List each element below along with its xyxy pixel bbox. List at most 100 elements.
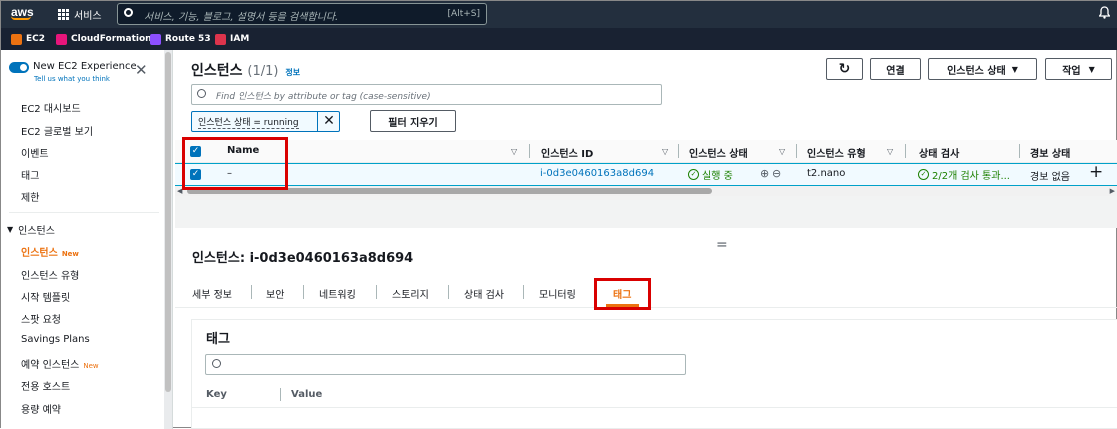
- sidebar-item-dedicated-hosts[interactable]: 전용 호스트: [21, 378, 70, 393]
- column-header-instance-type[interactable]: 인스턴스 유형: [807, 145, 866, 160]
- split-panel-gap: [175, 196, 1117, 228]
- connect-button[interactable]: 연결: [870, 58, 921, 80]
- add-alarm-icon[interactable]: +: [1089, 162, 1103, 182]
- sidebar-item-instances[interactable]: 인스턴스 New: [21, 244, 79, 259]
- new-experience-toggle[interactable]: [9, 62, 29, 73]
- table-header-row: [175, 140, 1117, 163]
- sidebar-item-instance-types[interactable]: 인스턴스 유형: [21, 267, 79, 282]
- search-shortcut: [Alt+S]: [447, 9, 480, 19]
- column-divider: [1019, 144, 1020, 158]
- instance-state-button[interactable]: 인스턴스 상태 ▼: [928, 58, 1037, 80]
- tab-status-checks[interactable]: 상태 검사: [464, 286, 504, 301]
- tab-monitoring[interactable]: 모니터링: [539, 286, 576, 301]
- sidebar-item-spot-requests[interactable]: 스팟 요청: [21, 311, 61, 326]
- column-header-instance-id[interactable]: 인스턴스 ID: [541, 145, 593, 160]
- tab-storage[interactable]: 스토리지: [392, 286, 429, 301]
- resize-handle[interactable]: =: [716, 237, 728, 253]
- search-icon: [197, 89, 206, 98]
- top-navigation: aws 서비스 서비스, 기능, 블로그, 설명서 등을 검색합니다. [Alt…: [1, 1, 1117, 28]
- sidebar-item-launch-templates[interactable]: 시작 템플릿: [21, 289, 70, 304]
- close-icon[interactable]: ✕: [135, 63, 148, 78]
- detail-title: 인스턴스: i-0d3e0460163a8d694: [192, 251, 414, 266]
- check-circle-icon: ✓: [918, 169, 929, 180]
- check-circle-icon: ✓: [688, 169, 699, 180]
- column-divider: [678, 144, 679, 158]
- grid-icon: [58, 9, 69, 20]
- cloudformation-icon: [56, 33, 67, 45]
- sidebar-scrollbar[interactable]: [164, 50, 172, 429]
- refresh-icon: ↻: [838, 61, 851, 77]
- tab-divider: [376, 285, 377, 299]
- cell-instance-type: t2.nano: [807, 168, 846, 179]
- sort-icon[interactable]: ▽: [779, 147, 785, 156]
- tags-section-title: 태그: [206, 332, 230, 347]
- page-title: 인스턴스 (1/1) 정보: [191, 63, 301, 79]
- clear-filters-button[interactable]: 필터 지우기: [370, 110, 456, 132]
- horizontal-scrollbar[interactable]: ◀ ▶: [175, 186, 1117, 196]
- sidebar: New EC2 Experience Tell us what you thin…: [1, 50, 173, 429]
- iam-icon: [215, 33, 226, 45]
- column-divider: [529, 144, 530, 158]
- tags-col-value[interactable]: Value: [291, 389, 322, 400]
- cell-alarm-status: 경보 없음: [1030, 172, 1070, 183]
- sidebar-item-events[interactable]: 이벤트: [21, 145, 49, 160]
- filter-token[interactable]: 인스턴스 상태 = running ✕: [191, 111, 340, 132]
- info-link[interactable]: 정보: [285, 68, 300, 77]
- favorite-cloudformation[interactable]: CloudFormation: [56, 33, 152, 45]
- tab-divider: [523, 285, 524, 299]
- sidebar-item-tags[interactable]: 태그: [21, 167, 39, 182]
- cell-instance-id[interactable]: i-0d3e0460163a8d694: [540, 168, 654, 179]
- services-menu[interactable]: 서비스: [58, 7, 102, 22]
- sidebar-item-reserved-instances[interactable]: 예약 인스턴스 New: [21, 356, 99, 371]
- column-header-status-check[interactable]: 상태 검사: [919, 145, 959, 160]
- instance-count: (1/1): [247, 64, 279, 79]
- global-search[interactable]: 서비스, 기능, 블로그, 설명서 등을 검색합니다. [Alt+S]: [117, 3, 487, 25]
- tab-divider: [448, 285, 449, 299]
- tab-divider: [251, 285, 252, 299]
- search-icon: [124, 8, 133, 17]
- notifications-icon[interactable]: [1098, 6, 1111, 19]
- sidebar-section-instances[interactable]: ▼ 인스턴스: [7, 222, 55, 237]
- favorite-ec2[interactable]: EC2: [11, 33, 45, 45]
- column-header-alarm-status[interactable]: 경보 상태: [1030, 145, 1070, 160]
- sort-icon[interactable]: ▽: [887, 147, 893, 156]
- column-header-instance-state[interactable]: 인스턴스 상태: [689, 145, 748, 160]
- sort-icon[interactable]: ▽: [662, 147, 668, 156]
- zoom-out-icon[interactable]: ⊖: [772, 167, 781, 180]
- sidebar-item-capacity-reservations[interactable]: 용량 예약: [21, 401, 61, 416]
- highlight-name-column: [182, 137, 288, 190]
- tags-col-key[interactable]: Key: [206, 389, 227, 400]
- sort-icon[interactable]: ▽: [511, 147, 517, 156]
- cell-instance-state: ✓ 실행 중: [688, 167, 733, 182]
- zoom-in-icon[interactable]: ⊕: [760, 167, 769, 180]
- sidebar-item-savings-plans[interactable]: Savings Plans: [21, 334, 90, 345]
- remove-filter-icon[interactable]: ✕: [317, 112, 340, 131]
- tab-security[interactable]: 보안: [266, 286, 284, 301]
- refresh-button[interactable]: ↻: [826, 58, 863, 80]
- sidebar-item-limits[interactable]: 제한: [21, 189, 39, 204]
- column-divider: [280, 388, 281, 401]
- favorite-route53[interactable]: Route 53: [150, 33, 211, 45]
- sidebar-item-global-view[interactable]: EC2 글로벌 보기: [21, 123, 93, 138]
- actions-button[interactable]: 작업 ▼: [1045, 58, 1112, 80]
- cell-status-check[interactable]: ✓ 2/2개 검사 통과...: [918, 167, 1018, 182]
- feedback-link[interactable]: Tell us what you think: [34, 75, 110, 83]
- search-placeholder: 서비스, 기능, 블로그, 설명서 등을 검색합니다.: [144, 12, 339, 23]
- search-icon: [212, 359, 221, 368]
- column-divider: [905, 144, 906, 158]
- favorites-bar: EC2 CloudFormation Route 53 IAM: [1, 28, 1117, 50]
- toggle-title: New EC2 Experience: [33, 61, 137, 72]
- sidebar-item-dashboard[interactable]: EC2 대시보드: [21, 100, 81, 115]
- tab-networking[interactable]: 네트워킹: [319, 286, 356, 301]
- instances-search-input[interactable]: Find 인스턴스 by attribute or tag (case-sens…: [191, 84, 662, 105]
- tab-divider: [303, 285, 304, 299]
- route53-icon: [150, 33, 161, 45]
- aws-logo[interactable]: aws: [11, 5, 37, 23]
- tags-search-input[interactable]: [205, 354, 686, 375]
- caret-down-icon: ▼: [1011, 64, 1018, 74]
- tab-details[interactable]: 세부 정보: [192, 286, 232, 301]
- caret-down-icon: ▼: [7, 225, 14, 234]
- tags-header-divider: [192, 407, 1117, 408]
- column-divider: [796, 144, 797, 158]
- favorite-iam[interactable]: IAM: [215, 33, 249, 45]
